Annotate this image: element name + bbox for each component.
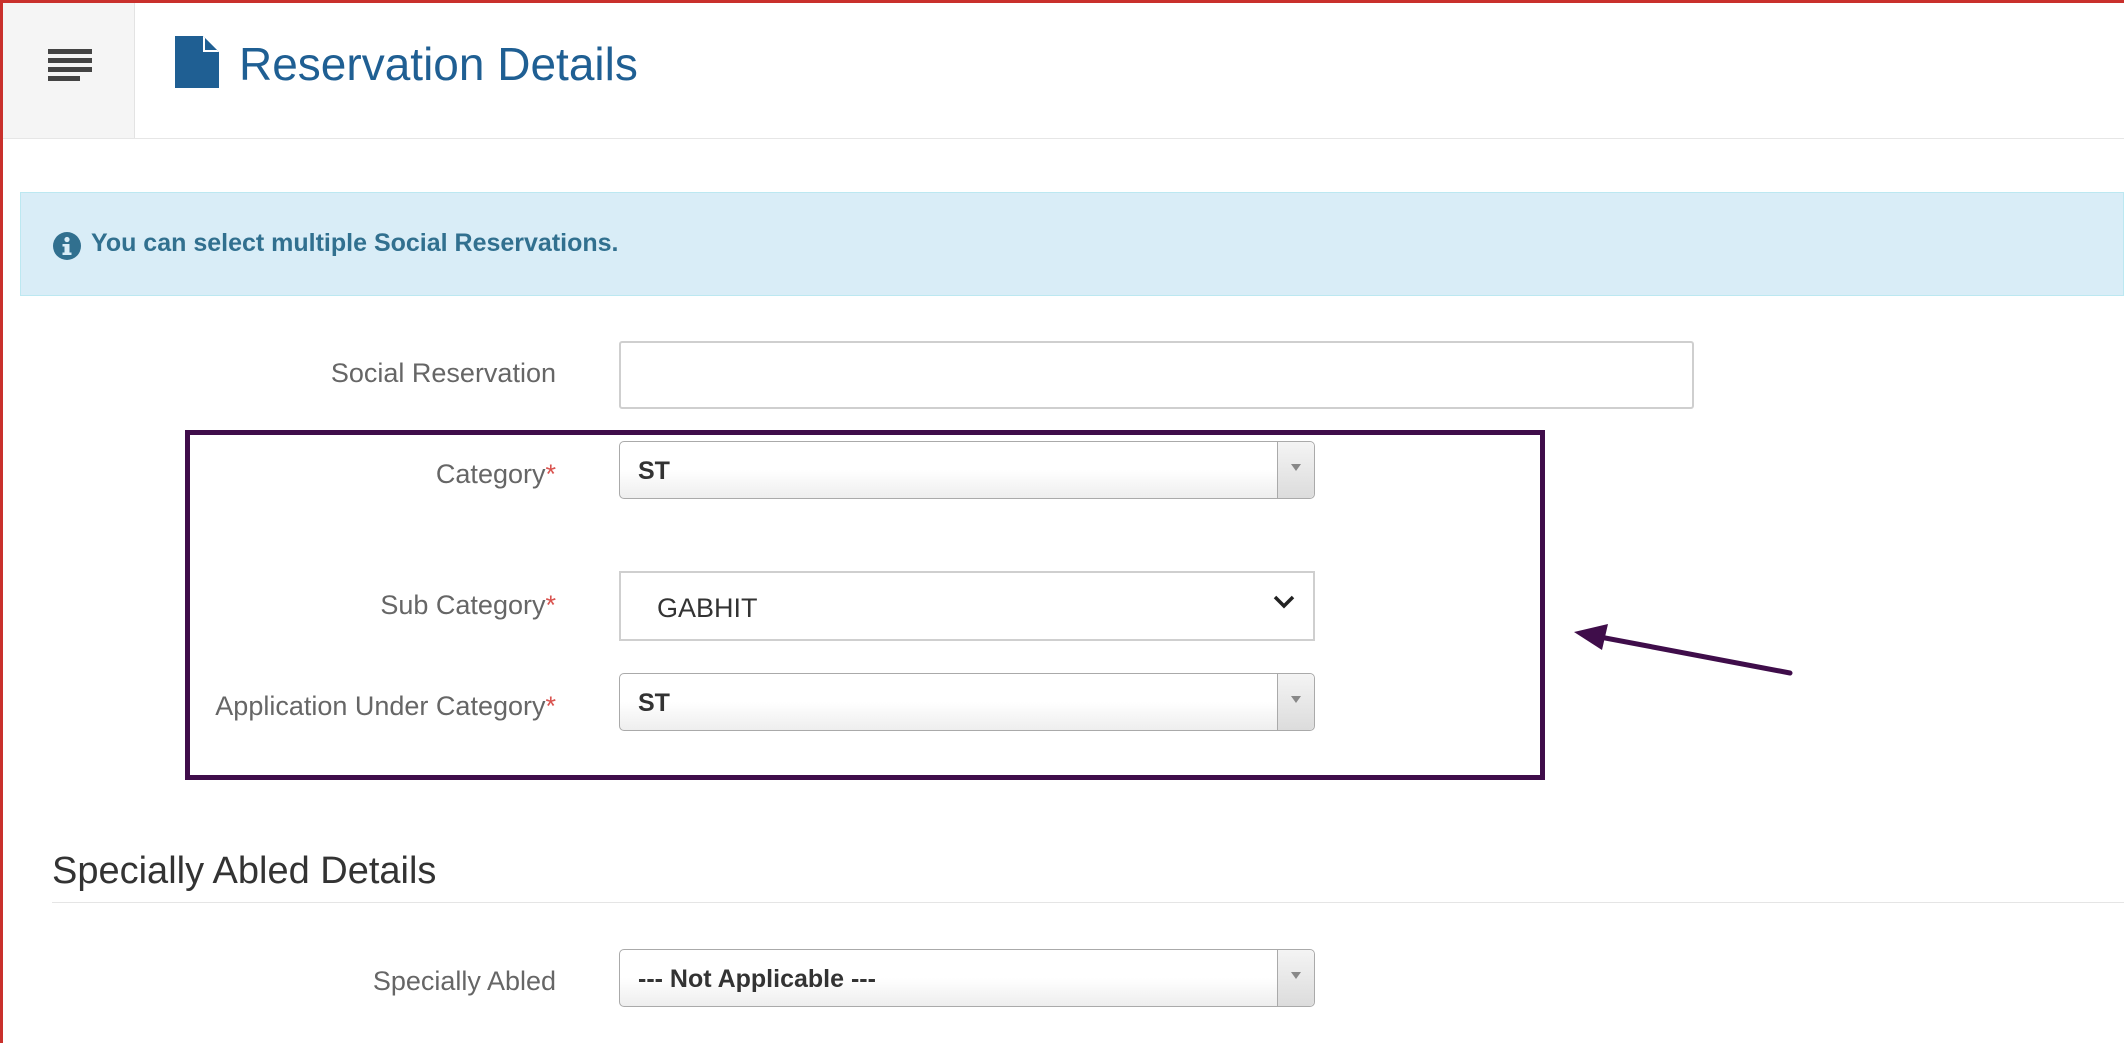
required-mark: * <box>545 590 556 620</box>
required-mark: * <box>545 691 556 721</box>
application-under-category-label-text: Application Under Category <box>215 691 546 721</box>
social-reservation-input[interactable] <box>619 341 1694 409</box>
specially-abled-section-title: Specially Abled Details <box>52 850 437 892</box>
page-title: Reservation Details <box>239 38 638 90</box>
sub-category-select[interactable]: GABHIT <box>619 571 1315 641</box>
chevron-down-icon <box>1273 595 1295 609</box>
sub-category-label-text: Sub Category <box>380 590 546 620</box>
sub-category-selected-value: GABHIT <box>657 593 758 623</box>
dropdown-arrow-icon[interactable] <box>1277 442 1314 498</box>
application-under-category-select[interactable]: ST <box>619 673 1315 731</box>
category-selected-value: ST <box>638 457 670 485</box>
specially-abled-select[interactable]: --- Not Applicable --- <box>619 949 1315 1007</box>
menu-toggle-button[interactable] <box>3 3 135 138</box>
application-under-category-label: Application Under Category* <box>150 691 556 722</box>
category-label: Category* <box>200 459 556 490</box>
info-alert: You can select multiple Social Reservati… <box>20 192 2124 296</box>
category-label-text: Category <box>435 459 546 489</box>
category-select[interactable]: ST <box>619 441 1315 499</box>
specially-abled-label-text: Specially Abled <box>372 966 556 996</box>
dropdown-arrow-icon[interactable] <box>1277 950 1314 1006</box>
specially-abled-selected-value: --- Not Applicable --- <box>638 965 876 993</box>
specially-abled-label: Specially Abled <box>200 966 556 997</box>
sub-category-label: Sub Category* <box>200 590 556 621</box>
section-divider <box>52 902 2124 903</box>
alert-text: You can select multiple Social Reservati… <box>91 229 619 257</box>
annotation-arrow-icon <box>1574 624 1793 676</box>
application-under-category-selected-value: ST <box>638 689 670 717</box>
info-circle-icon <box>53 232 81 260</box>
dropdown-arrow-icon[interactable] <box>1277 674 1314 730</box>
top-bar: Reservation Details <box>3 3 2124 139</box>
file-icon <box>175 36 219 88</box>
hamburger-icon <box>48 49 92 81</box>
social-reservation-label: Social Reservation <box>200 358 556 389</box>
social-reservation-label-text: Social Reservation <box>330 358 556 388</box>
required-mark: * <box>545 459 556 489</box>
